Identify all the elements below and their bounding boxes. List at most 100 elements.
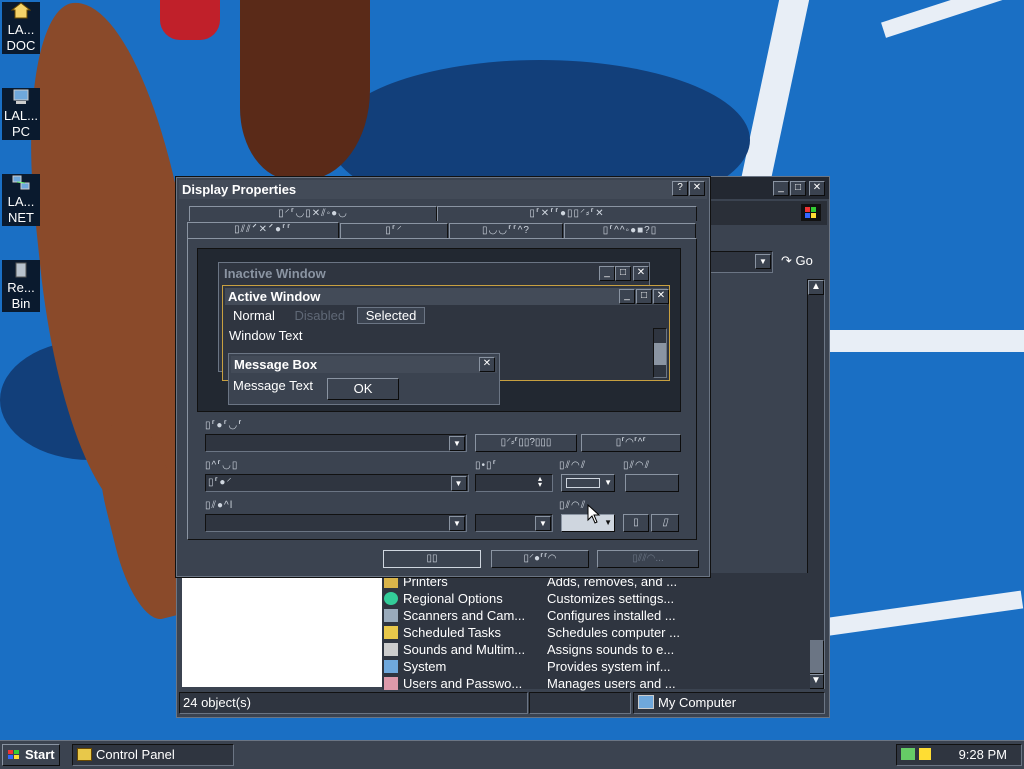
tab-5[interactable]: ▯◡◡⸢⸢^? <box>449 223 563 238</box>
preview-close-icon: ✕ <box>653 289 669 304</box>
left-pane <box>182 577 382 687</box>
preview-minimize-icon: _ <box>599 266 615 281</box>
font-select[interactable]: ▼ <box>205 514 467 532</box>
preview-inactive-title: Inactive Window <box>224 266 326 281</box>
preview-close-icon: ✕ <box>633 266 649 281</box>
address-combo[interactable]: ▼ <box>709 251 773 273</box>
desktop-icon-my-computer[interactable]: LAL... PC <box>2 88 40 140</box>
menu-normal: Normal <box>233 308 275 323</box>
italic-toggle[interactable]: ▯ <box>651 514 679 532</box>
dialog-title: Display Properties <box>179 180 707 199</box>
tab-1[interactable]: ▯⸍⸢◡▯✕⫽◦●◡ <box>189 206 437 221</box>
computer-icon <box>11 88 31 106</box>
volume-tray-icon[interactable] <box>919 748 931 760</box>
ok-button[interactable]: ▯▯ <box>383 550 481 568</box>
start-button[interactable]: Start <box>2 744 60 766</box>
status-pane <box>529 692 631 714</box>
apply-button[interactable]: ▯⫽⫽◠... <box>597 550 699 568</box>
chevron-down-icon[interactable]: ▼ <box>451 476 467 491</box>
chevron-down-icon: ▼ <box>604 478 612 487</box>
control-panel-icon <box>77 748 92 761</box>
scheme-select[interactable]: ▼ <box>205 434 467 452</box>
list-item[interactable]: Regional Options Customizes settings... <box>382 590 674 607</box>
network-tray-icon[interactable] <box>901 748 915 760</box>
cancel-button[interactable]: ▯⸍●⸢⸢◠ <box>491 550 589 568</box>
preview-menubar: Normal Disabled Selected <box>225 307 667 325</box>
list-item[interactable]: Users and Passwo... Manages users and ... <box>382 675 676 692</box>
scheduled-tasks-icon <box>384 626 398 639</box>
preview-minimize-icon: _ <box>619 289 635 304</box>
appearance-preview[interactable]: Inactive Window _ □ ✕ Active Window _ □ … <box>197 248 681 412</box>
chevron-down-icon[interactable]: ▼ <box>755 254 771 269</box>
size-spinner[interactable]: ▴ ▾ <box>475 474 553 492</box>
chevron-down-icon[interactable]: ▼ <box>449 436 465 451</box>
network-icon <box>11 174 31 192</box>
scroll-down-button[interactable]: ▼ <box>808 674 824 689</box>
chevron-down-icon[interactable]: ▼ <box>449 516 465 531</box>
chevron-down-icon: ▼ <box>604 518 612 527</box>
list-item[interactable]: Scheduled Tasks Schedules computer ... <box>382 624 680 641</box>
color-swatch <box>566 478 600 488</box>
list-item[interactable]: System Provides system inf... <box>382 658 671 675</box>
speaker-icon <box>384 643 398 656</box>
preview-msgbox-text: Message Text <box>233 378 313 393</box>
recycle-bin-icon <box>11 260 31 278</box>
color-picker-button[interactable]: ▼ <box>561 474 615 492</box>
item-label: ▯^⸢◡▯ <box>205 460 239 471</box>
color-label: ▯⫽◠⫽ <box>559 460 587 471</box>
task-control-panel[interactable]: Control Panel <box>72 744 234 766</box>
mouse-cursor-icon <box>587 504 601 524</box>
save-as-button[interactable]: ▯⸍⸗⸢▯▯?▯▯▯ <box>475 434 577 452</box>
preview-maximize-icon: □ <box>636 289 652 304</box>
tab-3-selected[interactable]: ▯⫽⫽⸍✕⸍●⸢⸢ <box>187 222 339 239</box>
athlete-shirt <box>160 0 220 40</box>
court-line <box>830 330 1024 352</box>
go-arrow-icon: ↷ <box>781 253 792 268</box>
court-line <box>881 0 1023 38</box>
minimize-button[interactable]: _ <box>773 181 789 196</box>
menu-selected: Selected <box>356 307 426 324</box>
size-label: ▯•▯⸢ <box>475 460 498 471</box>
status-location: My Computer <box>633 692 825 714</box>
color2-picker-button[interactable] <box>625 474 679 492</box>
clock[interactable]: 9:28 PM <box>959 745 1007 765</box>
tab-4[interactable]: ▯⸢⸍ <box>340 223 448 238</box>
status-objects: 24 object(s) <box>179 692 528 714</box>
help-button[interactable]: ? <box>672 181 688 196</box>
bold-toggle[interactable]: ▯ <box>623 514 649 532</box>
athlete-leg <box>240 0 370 180</box>
tab-6[interactable]: ▯⸢^^◦●■?▯ <box>564 223 696 238</box>
list-item[interactable]: Scanners and Cam... Configures installed … <box>382 607 676 624</box>
preview-msgbox-title: Message Box <box>231 356 497 373</box>
item-select[interactable]: ▯⸢●⸍ ▼ <box>205 474 469 492</box>
color2-label: ▯⫽◠⫽ <box>623 460 651 471</box>
preview-ok-button: OK <box>327 378 399 400</box>
scheme-label: ▯⸢●⸢◡⸢ <box>205 420 243 431</box>
desktop-icon-recycle-bin[interactable]: Re... Bin <box>2 260 40 312</box>
chevron-down-icon[interactable]: ▼ <box>535 516 551 531</box>
font-size-select[interactable]: ▼ <box>475 514 553 532</box>
users-icon <box>384 677 398 690</box>
windows-logo-icon <box>801 204 821 221</box>
close-button[interactable]: ✕ <box>689 181 705 196</box>
tab-2[interactable]: ▯⸢✕⸢⸢●▯▯⸍⸗⸢✕ <box>437 206 697 221</box>
desktop-icon-my-documents[interactable]: LA... DOC <box>2 2 40 54</box>
close-button[interactable]: ✕ <box>809 181 825 196</box>
scroll-thumb[interactable] <box>808 640 824 674</box>
menu-disabled: Disabled <box>294 308 346 323</box>
delete-button[interactable]: ▯⸢◠⸢^⸢ <box>581 434 681 452</box>
go-button[interactable]: ↷ Go <box>781 253 813 269</box>
list-item[interactable]: Sounds and Multim... Assigns sounds to e.… <box>382 641 674 658</box>
folder-home-icon <box>10 2 32 20</box>
windows-logo-icon <box>7 747 21 759</box>
spin-arrows-icon[interactable]: ▴ ▾ <box>538 475 550 489</box>
preview-active-title: Active Window <box>225 288 667 305</box>
system-icon <box>384 660 398 673</box>
desktop-icon-network[interactable]: LA... NET <box>2 174 40 226</box>
scanner-icon <box>384 609 398 622</box>
display-properties-dialog: Display Properties ? ✕ ▯⸍⸢◡▯✕⫽◦●◡ ▯⸢✕⸢⸢●… <box>175 176 711 578</box>
preview-scrollbar <box>653 328 667 378</box>
computer-icon <box>638 695 654 709</box>
maximize-button[interactable]: □ <box>790 181 806 196</box>
scroll-up-button[interactable]: ▲ <box>808 280 824 295</box>
